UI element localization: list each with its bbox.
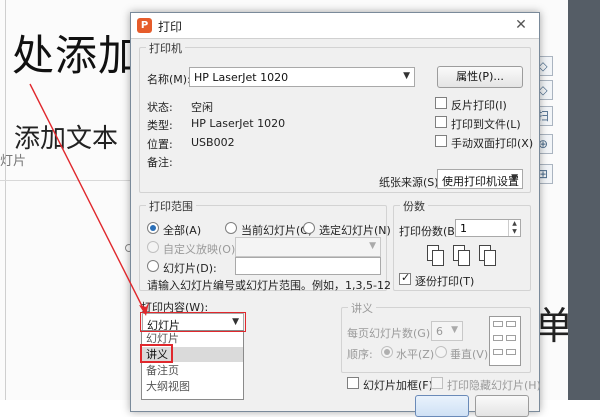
comment-label: 备注: bbox=[147, 156, 173, 169]
chevron-down-icon: ▼ bbox=[451, 325, 458, 335]
properties-button[interactable]: 属性(P)... bbox=[437, 66, 523, 88]
chevron-down-icon: ▼ bbox=[369, 241, 376, 251]
slide-edge bbox=[5, 0, 6, 400]
annotation-handout-box bbox=[140, 344, 173, 363]
custom-show-select[interactable]: ▼ bbox=[235, 237, 381, 257]
manual-duplex-checkbox[interactable] bbox=[435, 135, 447, 147]
range-custom-show-label: 自定义放映(O): bbox=[163, 243, 239, 256]
collate-checkbox[interactable] bbox=[399, 271, 411, 285]
status-value: 空闲 bbox=[191, 101, 213, 114]
location-value: USB002 bbox=[191, 136, 235, 149]
handout-layout-preview-icon bbox=[489, 316, 521, 366]
preview-slide-icon bbox=[506, 335, 516, 341]
per-page-value: 6 bbox=[436, 325, 443, 338]
status-label: 状态: bbox=[147, 101, 173, 114]
collate-page-icon bbox=[458, 250, 470, 266]
print-to-file-checkbox[interactable] bbox=[435, 116, 447, 128]
range-selected-label: 选定幻灯片(N) bbox=[319, 224, 391, 237]
annotation-content-select-box bbox=[140, 312, 246, 332]
order-label: 顺序: bbox=[347, 348, 373, 361]
printer-name-select[interactable]: HP LaserJet 1020 ▼ bbox=[189, 67, 415, 87]
copies-count-value: 1 bbox=[460, 222, 467, 235]
print-hidden-label: 打印隐藏幻灯片(H) bbox=[447, 379, 541, 392]
range-current-radio[interactable] bbox=[225, 222, 237, 234]
slides-range-input[interactable] bbox=[235, 257, 381, 275]
paper-source-value: 使用打印机设置 bbox=[442, 175, 519, 188]
range-current-label: 当前幻灯片(C) bbox=[241, 224, 313, 237]
range-hint: 请输入幻灯片编号或幻灯片范围。例如，1,3,5-12 bbox=[147, 279, 391, 292]
order-horizontal-label: 水平(Z) bbox=[396, 348, 435, 361]
printer-name-value: HP LaserJet 1020 bbox=[194, 71, 289, 84]
range-slides-label: 幻灯片(D): bbox=[163, 262, 217, 275]
order-horizontal-radio[interactable] bbox=[381, 346, 393, 358]
handout-group-label: 讲义 bbox=[348, 300, 376, 316]
reverse-print-checkbox[interactable] bbox=[435, 97, 447, 109]
collate-label: 逐份打印(T) bbox=[415, 275, 475, 288]
range-slides-radio[interactable] bbox=[147, 260, 159, 272]
manual-duplex-label: 手动双面打印(X) bbox=[451, 137, 534, 150]
copies-group-label: 份数 bbox=[400, 198, 428, 214]
spinner-icon[interactable]: ▲ ▼ bbox=[508, 220, 520, 236]
reverse-print-label: 反片打印(I) bbox=[451, 99, 507, 112]
per-page-label: 每页幻灯片数(G): bbox=[347, 327, 434, 340]
frame-slides-checkbox[interactable] bbox=[347, 377, 359, 389]
print-hidden-checkbox[interactable] bbox=[431, 377, 443, 389]
slide-subtitle-placeholder[interactable]: 添加文本 bbox=[14, 118, 118, 155]
location-label: 位置: bbox=[147, 138, 173, 151]
slide-thumbnail-label: 灯片 bbox=[0, 154, 27, 169]
frame-slides-label: 幻灯片加框(F) bbox=[363, 379, 433, 392]
wps-presentation-icon: P bbox=[137, 18, 152, 33]
close-icon[interactable]: ✕ bbox=[511, 16, 531, 34]
printer-group-label: 打印机 bbox=[146, 40, 185, 56]
paper-source-label: 纸张来源(S): bbox=[379, 176, 443, 189]
dialog-titlebar[interactable]: P 打印 ✕ bbox=[131, 13, 539, 39]
right-panel-strip bbox=[568, 0, 600, 400]
preview-slide-icon bbox=[493, 321, 503, 327]
collate-page-icon bbox=[484, 250, 496, 266]
ok-button[interactable] bbox=[415, 395, 469, 417]
preview-slide-icon bbox=[506, 321, 516, 327]
print-to-file-label: 打印到文件(L) bbox=[451, 118, 521, 131]
range-custom-show-radio[interactable] bbox=[147, 241, 159, 253]
print-content-dropdown: 幻灯片 讲义 备注页 大纲视图 bbox=[141, 330, 244, 400]
dropdown-option-outline[interactable]: 大纲视图 bbox=[142, 379, 243, 394]
print-range-group-label: 打印范围 bbox=[146, 198, 196, 214]
paper-source-select[interactable]: 使用打印机设置 ▼ bbox=[437, 169, 523, 189]
dialog-title: 打印 bbox=[158, 20, 183, 34]
range-selected-radio[interactable] bbox=[303, 222, 315, 234]
copies-count-label: 打印份数(B): bbox=[399, 225, 463, 238]
type-label: 类型: bbox=[147, 119, 173, 132]
preview-slide-icon bbox=[506, 349, 516, 355]
printer-name-label: 名称(M): bbox=[147, 73, 191, 86]
type-value: HP LaserJet 1020 bbox=[191, 117, 286, 130]
copies-count-input[interactable]: 1 ▲ ▼ bbox=[455, 219, 521, 237]
slide-title-placeholder[interactable]: 处添加 bbox=[12, 22, 141, 83]
cancel-button[interactable] bbox=[475, 395, 529, 417]
preview-slide-icon bbox=[493, 349, 503, 355]
range-all-radio[interactable] bbox=[147, 222, 159, 234]
order-vertical-radio[interactable] bbox=[435, 346, 447, 358]
collate-page-icon bbox=[432, 250, 444, 266]
chevron-down-icon: ▼ bbox=[511, 173, 518, 183]
chevron-down-icon: ▼ bbox=[403, 71, 410, 81]
range-all-label: 全部(A) bbox=[163, 224, 202, 237]
order-vertical-label: 垂直(V) bbox=[450, 348, 489, 361]
preview-slide-icon bbox=[493, 335, 503, 341]
per-page-select[interactable]: 6 ▼ bbox=[431, 321, 463, 341]
slide-divider bbox=[0, 180, 130, 181]
dropdown-option-notes[interactable]: 备注页 bbox=[142, 363, 243, 378]
